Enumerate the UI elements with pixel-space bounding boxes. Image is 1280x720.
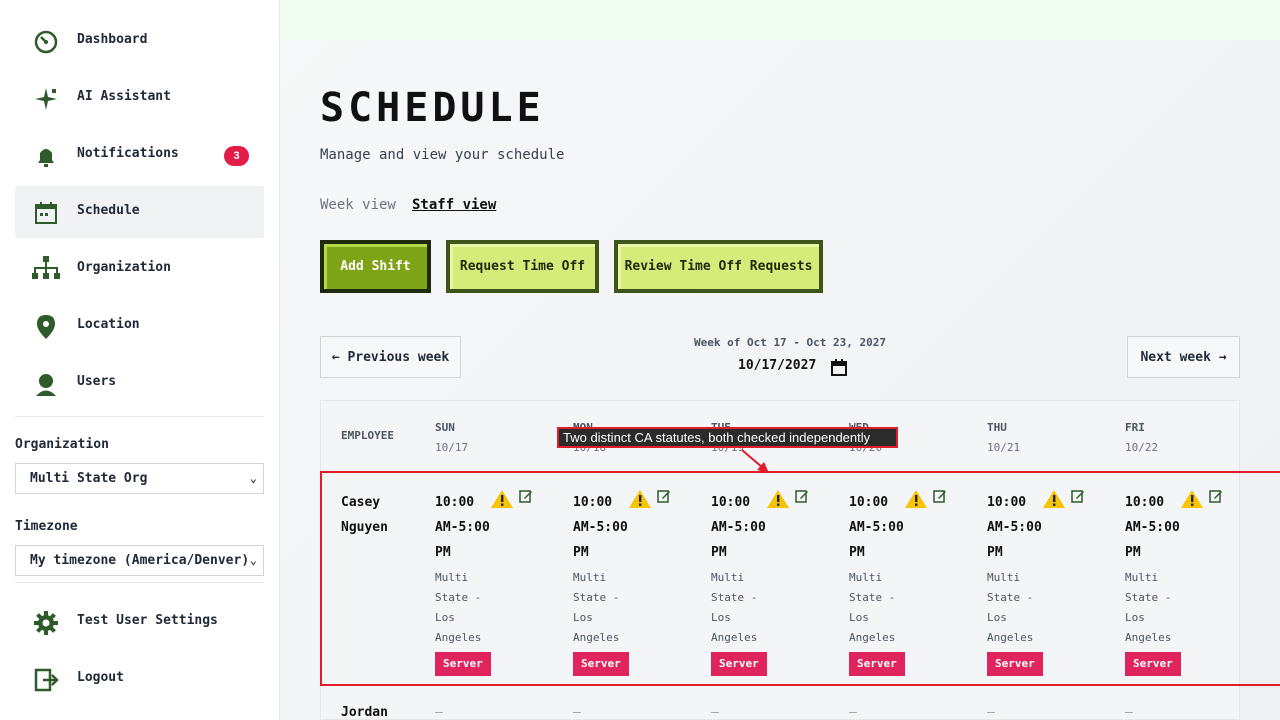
tab-staff-view[interactable]: Staff view: [412, 197, 496, 213]
row-highlight-box: [320, 471, 1280, 686]
sidebar-divider: [15, 582, 264, 583]
sidebar-item-schedule[interactable]: Schedule: [15, 186, 264, 238]
employee-name: Jordan: [341, 705, 388, 720]
empty-cell: –: [849, 705, 857, 720]
day-name: THU: [987, 421, 1007, 434]
timezone-label: Timezone: [15, 519, 78, 534]
calendar-icon[interactable]: [831, 359, 847, 376]
chevron-down-icon: ⌄: [249, 553, 257, 567]
sparkle-icon: [31, 85, 61, 113]
logout-icon: [31, 666, 61, 694]
tab-week-view[interactable]: Week view: [320, 197, 396, 213]
week-date-input[interactable]: 10/17/2027: [738, 358, 816, 373]
add-shift-button[interactable]: Add Shift: [320, 240, 431, 293]
sidebar-divider: [15, 416, 264, 417]
timezone-select[interactable]: My timezone (America/Denver) ⌄: [15, 545, 264, 576]
sidebar-item-label: Users: [77, 374, 117, 389]
empty-cell: –: [987, 705, 995, 720]
annotation-tooltip: Two distinct CA statutes, both checked i…: [557, 427, 898, 448]
dashboard-icon: [31, 28, 61, 56]
sidebar-item-logout[interactable]: Logout: [15, 653, 264, 705]
top-banner: [280, 0, 1280, 40]
next-week-button[interactable]: Next week →: [1127, 336, 1240, 378]
sidebar-item-settings[interactable]: Test User Settings: [15, 596, 264, 648]
map-pin-icon: [31, 313, 61, 341]
organization-label: Organization: [15, 437, 109, 452]
notification-badge: 3: [224, 146, 249, 166]
empty-cell: –: [1125, 705, 1133, 720]
sidebar-item-dashboard[interactable]: Dashboard: [15, 15, 264, 67]
sidebar-item-users[interactable]: Users: [15, 357, 264, 409]
request-time-off-button[interactable]: Request Time Off: [446, 240, 599, 293]
sidebar-item-label: Test User Settings: [77, 613, 218, 628]
organization-select-value: Multi State Org: [30, 471, 148, 486]
sidebar-item-label: Organization: [77, 260, 171, 275]
empty-cell: –: [435, 705, 443, 720]
organization-select[interactable]: Multi State Org ⌄: [15, 463, 264, 494]
sidebar-item-location[interactable]: Location: [15, 300, 264, 352]
day-date: 10/17: [435, 441, 469, 454]
column-header-thu: THU 10/21: [987, 418, 1020, 458]
calendar-icon: [31, 199, 61, 227]
column-header-sun: SUN 10/17: [435, 418, 468, 458]
timezone-select-value: My timezone (America/Denver): [30, 553, 250, 568]
page-subtitle: Manage and view your schedule: [320, 147, 565, 163]
column-header-employee: EMPLOYEE: [341, 429, 394, 442]
day-date: 10/21: [987, 441, 1021, 454]
sidebar-item-label: Dashboard: [77, 32, 148, 47]
user-icon: [31, 370, 61, 398]
org-chart-icon: [31, 256, 61, 284]
page-title: SCHEDULE: [320, 85, 545, 131]
sidebar-item-organization[interactable]: Organization: [15, 243, 264, 295]
sidebar-item-ai-assistant[interactable]: AI Assistant: [15, 72, 264, 124]
day-name: SUN: [435, 421, 455, 434]
sidebar-item-label: Schedule: [77, 203, 140, 218]
sidebar-item-label: AI Assistant: [77, 89, 171, 104]
day-date: 10/22: [1125, 441, 1159, 454]
sidebar-item-label: Notifications: [77, 146, 179, 161]
sidebar-item-notifications[interactable]: Notifications 3: [15, 129, 264, 181]
sidebar-item-label: Location: [77, 317, 140, 332]
review-time-off-button[interactable]: Review Time Off Requests: [614, 240, 823, 293]
day-name: FRI: [1125, 421, 1145, 434]
sidebar: Dashboard AI Assistant Notifications 3 S…: [0, 0, 280, 720]
sidebar-item-label: Logout: [77, 670, 124, 685]
empty-cell: –: [711, 705, 719, 720]
chevron-down-icon: ⌄: [249, 471, 257, 485]
column-header-fri: FRI 10/22: [1125, 418, 1158, 458]
previous-week-button[interactable]: ← Previous week: [320, 336, 461, 378]
gear-icon: [31, 609, 61, 637]
empty-cell: –: [573, 705, 581, 720]
week-range-label: Week of Oct 17 - Oct 23, 2027: [693, 336, 887, 349]
bell-icon: [31, 142, 61, 170]
